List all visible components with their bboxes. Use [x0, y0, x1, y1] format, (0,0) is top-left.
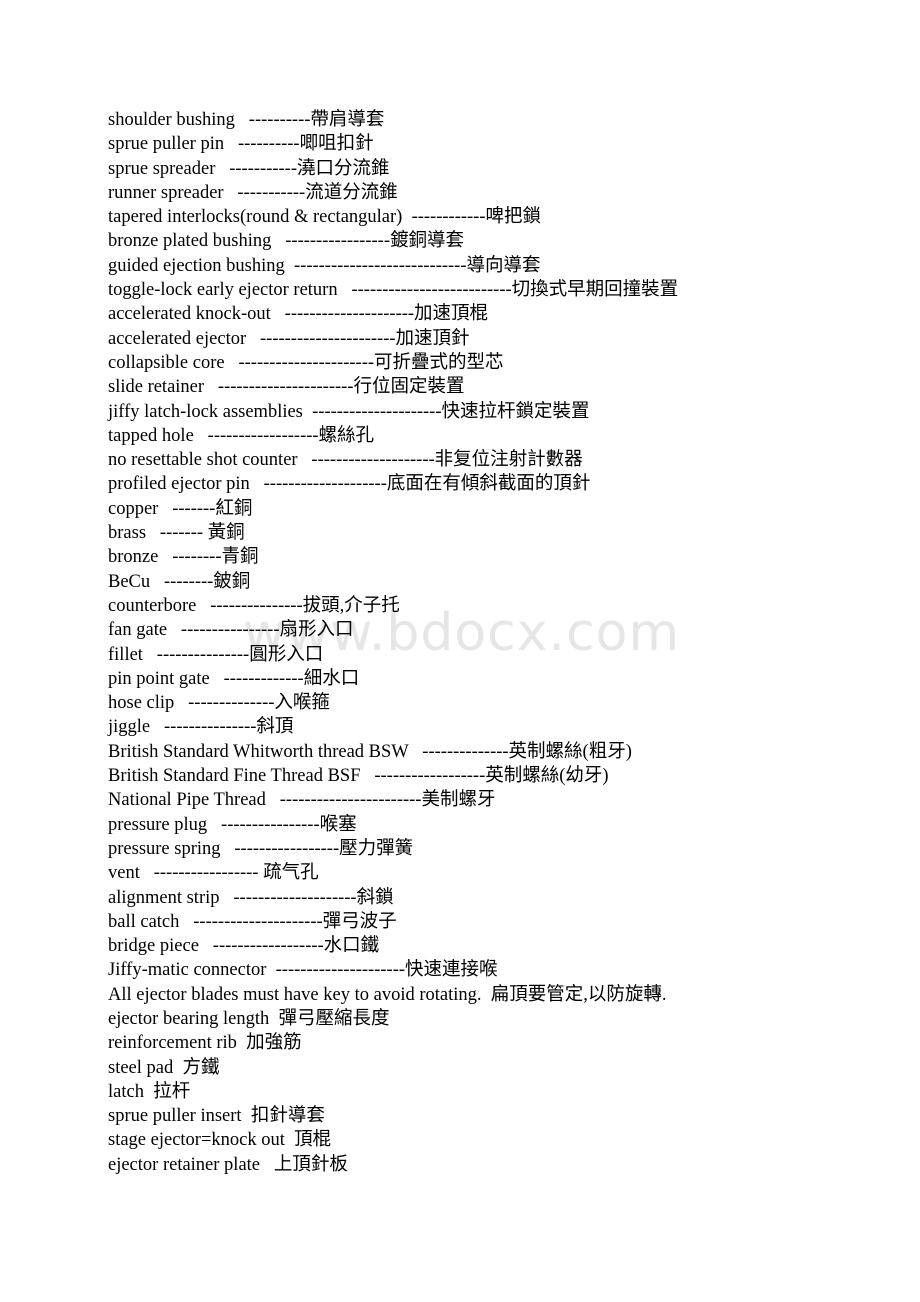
text-line: brass ------- 黃銅: [108, 523, 245, 544]
text-line: toggle-lock early ejector return -------…: [108, 280, 679, 301]
text-line: runner spreader -----------流道分流錐: [108, 182, 398, 203]
text-line: ejector bearing length 彈弓壓縮長度: [108, 1008, 390, 1029]
text-line: copper -------紅銅: [108, 498, 253, 519]
text-line: ball catch ---------------------彈弓波子: [108, 911, 397, 932]
text-line: Jiffy-matic connector ------------------…: [108, 960, 498, 981]
text-line: jiffy latch-lock assemblies ------------…: [108, 401, 590, 422]
text-line: sprue spreader -----------澆口分流錐: [108, 158, 390, 179]
text-line: sprue puller pin ----------唧咀扣針: [108, 134, 374, 155]
text-line: sprue puller insert 扣針導套: [108, 1106, 325, 1127]
text-line: latch 拉杆: [108, 1081, 191, 1102]
text-line: tapped hole ------------------螺絲孔: [108, 425, 375, 446]
text-line: pin point gate -------------細水口: [108, 668, 360, 689]
text-line: collapsible core ----------------------可…: [108, 352, 504, 373]
text-line: guided ejection bushing ----------------…: [108, 255, 541, 276]
text-line: hose clip --------------入喉箍: [108, 693, 330, 714]
text-line: reinforcement rib 加強筋: [108, 1033, 302, 1054]
text-line: BeCu --------鈹銅: [108, 571, 251, 592]
text-line: jiggle ---------------斜頂: [108, 717, 294, 738]
text-line: accelerated ejector --------------------…: [108, 328, 470, 349]
document-page: www.bdocx.com shoulder bushing ---------…: [0, 0, 920, 1302]
text-line: counterbore ---------------拔頭,介子托: [108, 595, 400, 616]
text-line: British Standard Whitworth thread BSW --…: [108, 741, 632, 762]
text-line: slide retainer ----------------------行位固…: [108, 377, 465, 398]
text-line: National Pipe Thread -------------------…: [108, 790, 496, 811]
text-line: pressure spring -----------------壓力彈簧: [108, 838, 414, 859]
text-line: tapered interlocks(round & rectangular) …: [108, 207, 542, 228]
text-line: pressure plug ----------------喉塞: [108, 814, 357, 835]
text-line: fillet ---------------圓形入口: [108, 644, 324, 665]
text-line: ejector retainer plate 上頂針板: [108, 1154, 348, 1175]
text-line: no resettable shot counter -------------…: [108, 450, 583, 471]
document-text-body: shoulder bushing ----------帶肩導套 sprue pu…: [108, 108, 868, 1177]
text-line: All ejector blades must have key to avoi…: [108, 984, 667, 1005]
text-line: bronze --------青銅: [108, 547, 259, 568]
text-line: bridge piece ------------------水口鐵: [108, 936, 380, 957]
text-line: British Standard Fine Thread BSF -------…: [108, 766, 609, 787]
text-line: shoulder bushing ----------帶肩導套: [108, 110, 385, 130]
text-line: stage ejector=knock out 頂棍: [108, 1130, 332, 1151]
text-line: steel pad 方鐵: [108, 1057, 220, 1078]
text-line: alignment strip --------------------斜鎖: [108, 887, 394, 908]
text-line: profiled ejector pin -------------------…: [108, 474, 591, 495]
text-line: vent ----------------- 疏气孔: [108, 863, 319, 884]
text-line: accelerated knock-out ------------------…: [108, 304, 489, 325]
text-line: bronze plated bushing -----------------鍍…: [108, 231, 464, 252]
text-line: fan gate ----------------扇形入口: [108, 620, 354, 641]
